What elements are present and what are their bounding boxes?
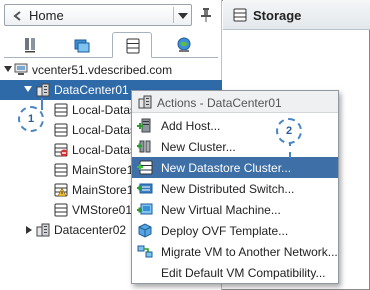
menu-item-deploy-ovf-template[interactable]: Deploy OVF Template... <box>132 220 338 241</box>
datacenter-icon <box>36 83 50 97</box>
hosts-clusters-icon <box>25 38 35 53</box>
datacenter-label: Datacenter02 <box>54 223 127 237</box>
networking-icon <box>177 37 191 52</box>
datastore-icon <box>54 203 68 217</box>
datastore-label: VMStore01 <box>72 203 133 217</box>
chevron-down-icon[interactable] <box>178 13 188 19</box>
pane-title: Storage <box>253 8 302 23</box>
storage-icon <box>233 8 247 22</box>
tab-networking[interactable] <box>164 32 204 58</box>
datastore-label: Local-Datas <box>72 143 137 157</box>
vcenter-label: vcenter51.vdescribed.com <box>32 63 173 77</box>
menu-item-new-cluster[interactable]: New Cluster... <box>132 136 338 157</box>
tab-storage[interactable] <box>112 32 152 58</box>
datastore-warning-icon <box>54 183 68 197</box>
menu-item-label: New Distributed Switch... <box>161 182 295 196</box>
combo-divider <box>173 7 174 23</box>
menu-item-add-host[interactable]: Add Host... <box>132 115 338 136</box>
storage-icon <box>126 38 140 54</box>
home-dropdown[interactable]: Home <box>4 4 192 26</box>
expand-toggle-icon[interactable] <box>4 66 12 72</box>
tab-hosts-and-clusters[interactable] <box>10 32 50 58</box>
pin-icon[interactable] <box>200 8 212 22</box>
menu-item-label: New Cluster... <box>161 140 236 154</box>
vcenter-icon <box>14 63 28 75</box>
menu-item-label: Edit Default VM Compatibility... <box>161 266 326 280</box>
datacenter-label: DataCenter01 <box>54 83 129 97</box>
callout-leader <box>41 98 43 110</box>
menu-item-label: New Datastore Cluster... <box>161 161 292 175</box>
menu-item-label: Deploy OVF Template... <box>161 224 289 238</box>
datastore-error-icon <box>54 143 68 157</box>
migrate-vm-network-icon <box>137 245 153 258</box>
menu-header: Actions - DataCenter01 <box>132 91 338 113</box>
chevron-right-icon[interactable] <box>26 226 32 234</box>
vms-templates-icon <box>74 39 90 53</box>
datastore-icon <box>54 163 68 177</box>
menu-item-new-virtual-machine[interactable]: New Virtual Machine... <box>132 199 338 220</box>
menu-item-migrate-vm-network[interactable]: Migrate VM to Another Network... <box>132 241 338 262</box>
callout-marker: 1 <box>18 106 44 132</box>
back-arrow-icon[interactable] <box>11 10 23 22</box>
datastore-label: MainStore1 <box>72 183 134 197</box>
datacenter-icon <box>138 95 152 109</box>
datastore-label: Local-Datas <box>72 103 137 117</box>
storage-pane-header: Storage <box>223 0 370 30</box>
add-host-icon <box>137 118 151 133</box>
datastore-label: MainStore1 <box>72 163 134 177</box>
new-datastore-cluster-icon <box>137 160 153 175</box>
menu-header-label: Actions - DataCenter01 <box>157 96 282 110</box>
callout-marker: 2 <box>276 118 302 144</box>
home-label: Home <box>29 8 64 23</box>
menu-item-label: Add Host... <box>161 119 221 133</box>
menu-item-edit-default-vm-compatibility[interactable]: Edit Default VM Compatibility... <box>132 262 338 283</box>
menu-item-label: Migrate VM to Another Network... <box>161 245 338 259</box>
home-bar: Home <box>4 4 218 28</box>
callout-number: 1 <box>27 113 35 125</box>
tree-row-vcenter[interactable]: vcenter51.vdescribed.com <box>0 60 222 80</box>
context-menu: Actions - DataCenter01 Add Host... New C… <box>131 90 339 284</box>
callout-number: 2 <box>285 125 293 137</box>
new-cluster-icon <box>137 140 151 153</box>
deploy-ovf-icon <box>138 223 152 238</box>
new-distributed-switch-icon <box>137 183 153 194</box>
navigator-tabs <box>4 32 218 58</box>
menu-item-new-datastore-cluster[interactable]: New Datastore Cluster... <box>132 157 338 178</box>
datastore-icon <box>54 103 68 117</box>
menu-item-new-distributed-switch[interactable]: New Distributed Switch... <box>132 178 338 199</box>
datastore-label: Local-Datas <box>72 123 137 137</box>
expand-toggle-icon[interactable] <box>24 86 32 92</box>
new-virtual-machine-icon <box>137 203 153 215</box>
datacenter-icon <box>36 223 50 237</box>
tab-vms-and-templates[interactable] <box>62 32 102 58</box>
datastore-icon <box>54 123 68 137</box>
menu-item-label: New Virtual Machine... <box>161 203 281 217</box>
